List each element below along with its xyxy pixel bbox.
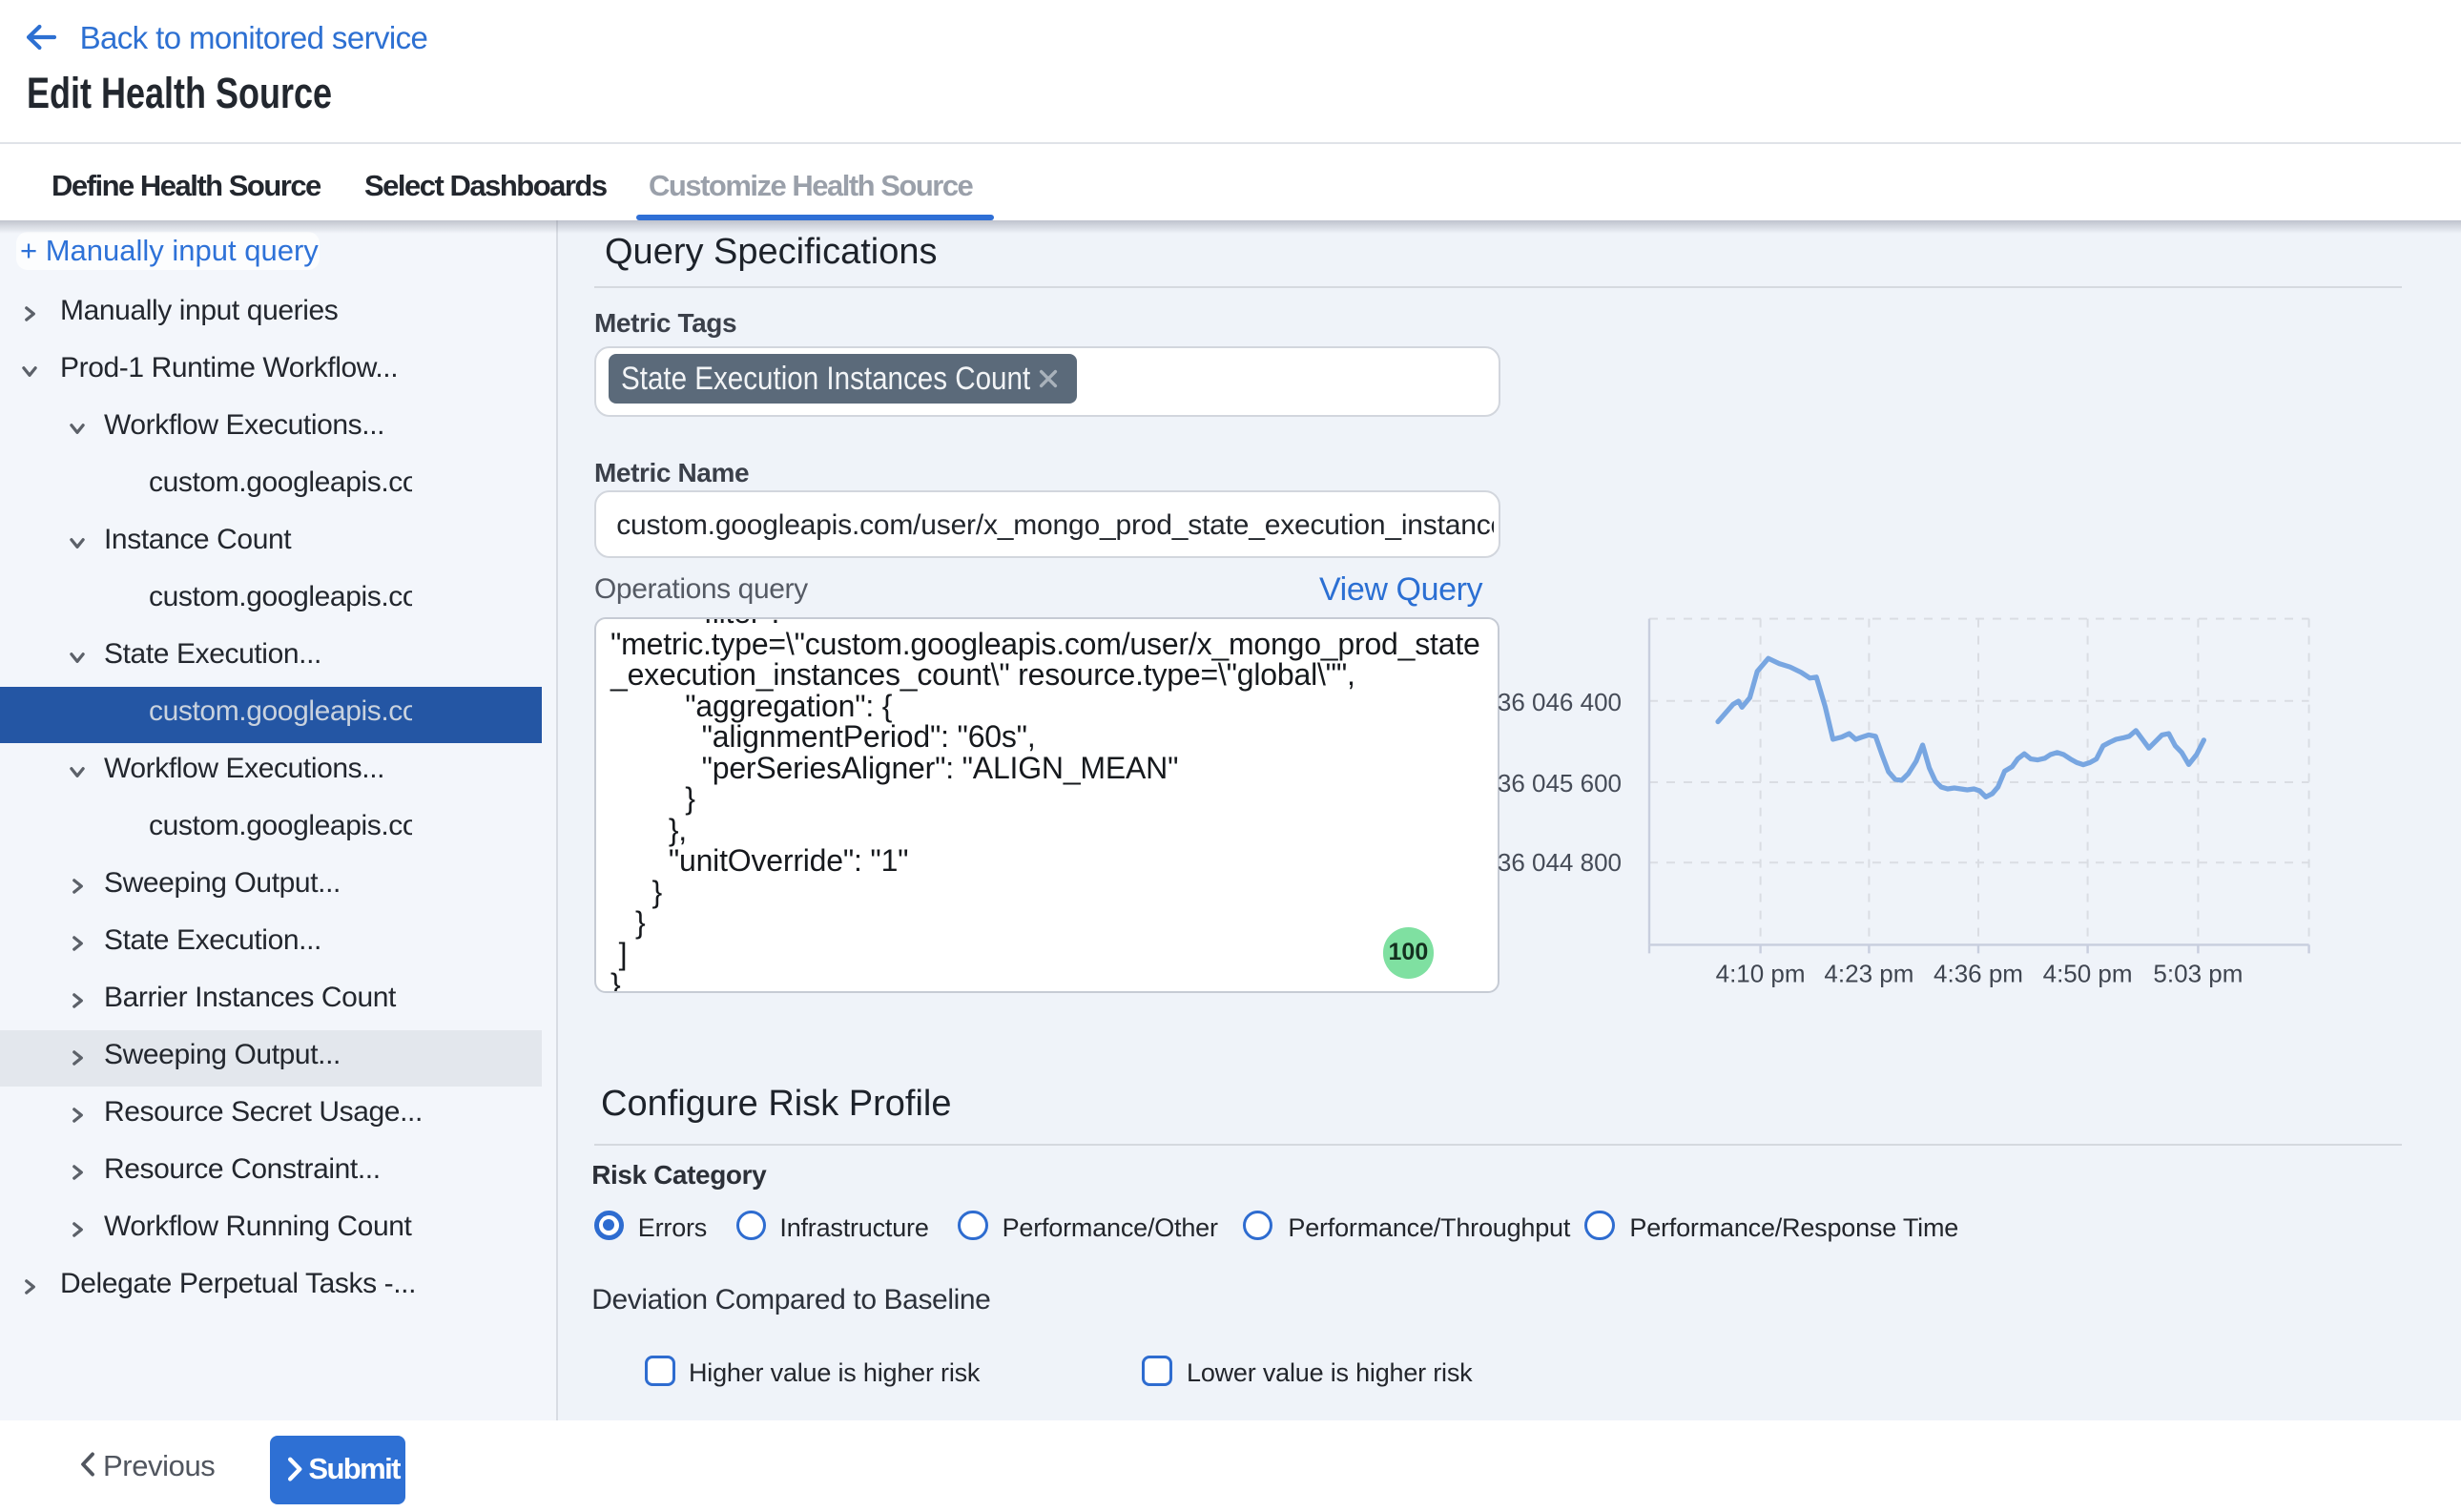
svg-text:36 044 800: 36 044 800: [1498, 848, 1622, 877]
svg-text:4:23 pm: 4:23 pm: [1824, 960, 1913, 988]
svg-text:5:03 pm: 5:03 pm: [2153, 960, 2243, 988]
svg-text:4:50 pm: 4:50 pm: [2043, 960, 2133, 988]
svg-text:36 046 400: 36 046 400: [1498, 688, 1622, 716]
svg-text:36 045 600: 36 045 600: [1498, 769, 1622, 797]
svg-text:4:36 pm: 4:36 pm: [1934, 960, 2023, 988]
svg-text:4:10 pm: 4:10 pm: [1716, 960, 1806, 988]
